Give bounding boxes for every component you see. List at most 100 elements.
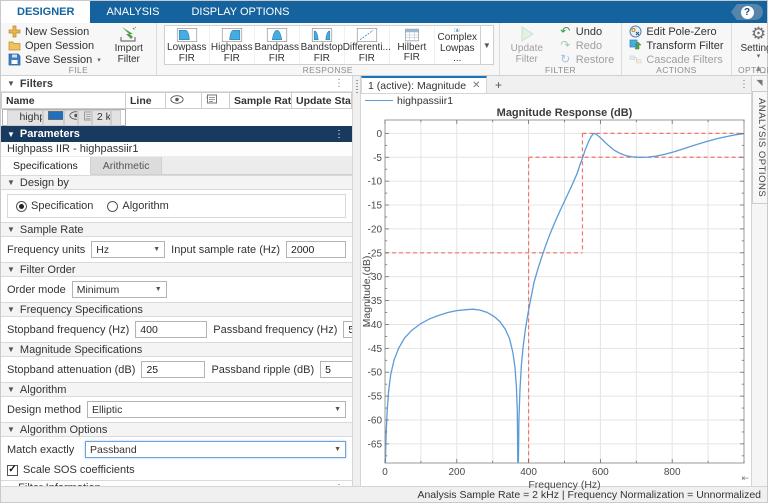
passband-frequency-label: Passband frequency (Hz) [213,323,338,336]
input-sample-rate-label: Input sample rate (Hz) [171,243,280,256]
hilbert-fir-icon [404,28,419,42]
filter-row-highpassiir1[interactable]: highpassiir1 2 kHz [1,109,126,126]
collapse-arrow-icon: ▼ [7,225,15,234]
algorithm-header[interactable]: ▼ Algorithm [1,382,352,397]
tab-designer[interactable]: DESIGNER [1,1,91,23]
sample-rate-header[interactable]: ▼ Sample Rate [1,222,352,237]
filter-order-header[interactable]: ▼ Filter Order [1,262,352,277]
open-session-button[interactable]: Open Session [6,39,103,52]
filters-panel-header[interactable]: ▼ Filters ⋮ [1,76,352,92]
sample-rate-body: Frequency units Hz ▼ Input sample rate (… [1,237,352,262]
tab-analysis[interactable]: ANALYSIS [90,1,175,23]
section-response: Lowpass FIR Highpass FIR Bandpass FIR Ba… [157,23,500,75]
svg-text:-50: -50 [368,368,383,379]
figure-tab-magnitude[interactable]: 1 (active): Magnitude ✕ [361,76,488,93]
filter-order-body: Order mode Minimum ▼ [1,277,352,302]
gallery-expand-caret-icon[interactable]: ▼ [479,26,493,64]
gallery-item-lowpass-fir[interactable]: Lowpass FIR [165,26,210,64]
stopband-attenuation-field[interactable] [141,361,206,378]
parameters-panel-header[interactable]: ▼ Parameters ⋮ [1,126,352,142]
figure-menu-icon[interactable]: ⋮ [737,79,751,90]
col-line[interactable]: Line [125,92,166,109]
redo-label: Redo [575,39,603,52]
col-name[interactable]: Name [1,92,126,109]
gallery-label: Differenti... [342,42,391,53]
gallery-item-hilbert-fir[interactable]: Hilbert FIR [390,26,435,64]
gallery-item-complex-lowpass[interactable]: Complex Lowpas ... [435,26,480,64]
passband-frequency-field[interactable] [343,321,352,338]
design-by-header[interactable]: ▼ Design by [1,175,352,190]
gallery-item-highpass-fir[interactable]: Highpass FIR [210,26,255,64]
annotation-cell[interactable] [78,109,92,126]
collapse-arrow-icon: ▼ [7,305,15,314]
input-sample-rate-field[interactable] [286,241,346,258]
parameters-menu-icon[interactable]: ⋮ [332,129,346,140]
new-session-button[interactable]: New Session [6,25,103,38]
update-filter-play-icon [521,26,535,42]
radio-specification[interactable]: Specification [16,200,93,212]
gallery-label: Lowpass [167,42,207,53]
gallery-label: Bandstop [300,42,343,53]
magnitude-specs-title: Magnitude Specifications [19,343,143,356]
tab-display-options[interactable]: DISPLAY OPTIONS [175,1,305,23]
redo-icon: ↷ [560,38,571,52]
figure-tab-strip: 1 (active): Magnitude ✕ + ⋮ [361,76,751,94]
match-exactly-select[interactable]: Passband ▼ [85,441,346,458]
col-visibility[interactable] [165,92,202,109]
collapse-rail-icon[interactable]: ◥ [756,78,762,87]
settings-button[interactable]: ⚙ Settings ▾ [737,25,768,61]
cascade-filters-label: Cascade Filters [646,53,723,66]
svg-text:-5: -5 [373,153,382,164]
match-exactly-label: Match exactly [7,443,75,456]
frequency-specs-header[interactable]: ▼ Frequency Specifications [1,302,352,317]
undo-label: Undo [575,25,603,38]
bandpass-fir-icon [266,28,287,42]
undo-button[interactable]: ↶ Undo [557,25,617,38]
collapse-toolstrip-icon[interactable]: ▲̲ [754,63,763,73]
svg-text:-65: -65 [368,439,383,450]
filters-menu-icon[interactable]: ⋮ [332,78,346,89]
filter-designer-app: DESIGNER ANALYSIS DISPLAY OPTIONS ? New … [0,0,768,503]
gallery-label: Highpass [210,42,253,53]
gallery-item-bandpass-fir[interactable]: Bandpass FIR [255,26,300,64]
collapse-arrow-icon: ▼ [7,129,15,139]
close-icon[interactable]: ✕ [472,80,480,91]
new-figure-tab-button[interactable]: + [487,76,509,93]
visibility-cell[interactable] [63,109,78,126]
gallery-item-bandstop-fir[interactable]: Bandstop FIR [300,26,345,64]
analysis-options-tab[interactable]: ANALYSIS OPTIONS [752,91,767,205]
passband-ripple-field[interactable] [320,361,352,378]
algorithm-options-header[interactable]: ▼ Algorithm Options [1,422,352,437]
edit-pole-zero-button[interactable]: Edit Pole-Zero [627,25,725,38]
svg-text:200: 200 [448,467,465,478]
gallery-item-differentiator-fir[interactable]: Differenti... FIR [342,26,391,64]
panel-divider[interactable] [353,76,361,486]
radio-algorithm[interactable]: Algorithm [107,200,169,212]
frequency-units-select[interactable]: Hz ▼ [91,241,166,258]
design-method-select[interactable]: Elliptic ▼ [87,401,346,418]
import-filter-label2: Filter [117,54,140,65]
line-color-cell[interactable] [42,109,64,126]
magnitude-response-chart[interactable]: Magnitude Response (dB) 0 200 400 600 800 0 -5 -… [361,107,751,491]
help-button[interactable]: ? [731,4,763,20]
import-filter-button[interactable]: Import Filter [107,25,151,65]
filter-name-cell[interactable]: highpassiir1 [6,109,43,126]
redo-button[interactable]: ↷ Redo [557,39,617,52]
plot-column: 1 (active): Magnitude ✕ + ⋮ highpassiir1… [361,76,751,491]
tab-arithmetic[interactable]: Arithmetic [90,157,163,174]
col-annotation[interactable] [201,92,230,109]
line-color-swatch[interactable] [47,110,63,120]
order-mode-select[interactable]: Minimum ▼ [71,281,167,298]
scale-sos-checkbox[interactable]: ✓ [7,464,18,476]
col-update-status[interactable]: Update Status [291,92,352,109]
svg-text:-60: -60 [368,416,383,427]
magnitude-specs-header[interactable]: ▼ Magnitude Specifications [1,342,352,357]
update-filter-button[interactable]: Update Filter [505,25,549,65]
save-session-caret-icon[interactable]: ▾ [97,56,101,64]
dock-figure-icon[interactable]: ⇤ [741,473,749,484]
pole-zero-icon [629,25,642,38]
col-sample-rate[interactable]: Sample Rate [229,92,292,109]
transform-filter-button[interactable]: Transform Filter [627,39,725,52]
tab-specifications[interactable]: Specifications [1,157,91,175]
stopband-frequency-field[interactable] [135,321,208,338]
